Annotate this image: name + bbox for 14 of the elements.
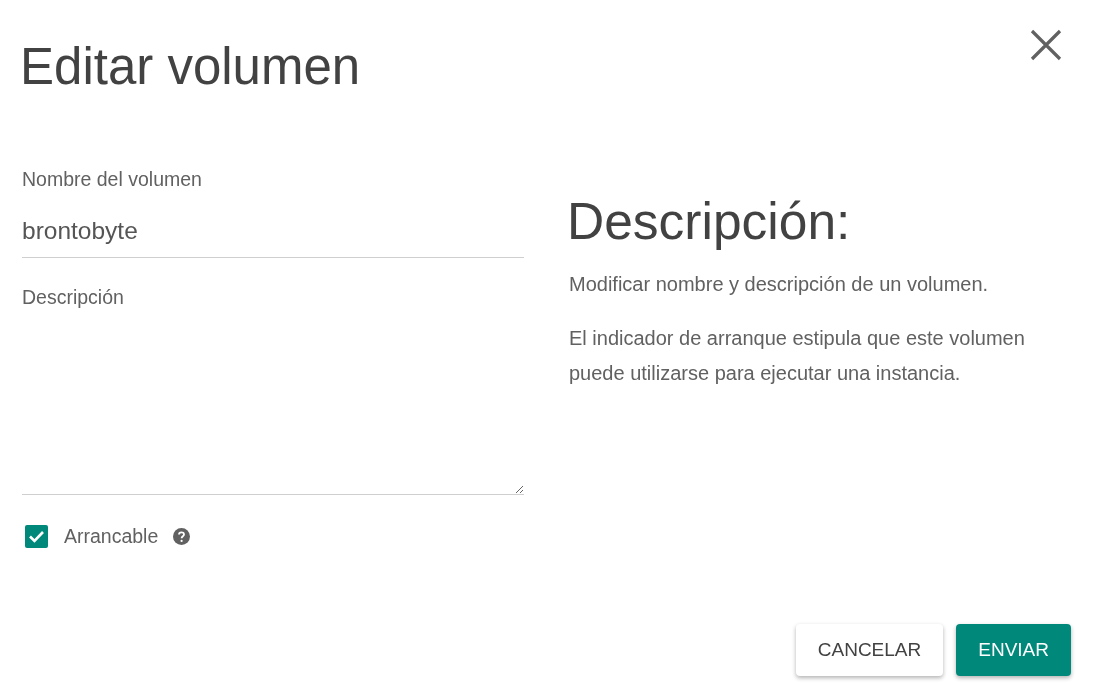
cancel-button[interactable]: CANCELAR: [795, 624, 944, 676]
close-button[interactable]: [1030, 29, 1062, 61]
checkbox-label: Arrancable: [64, 523, 159, 549]
help-text: El indicador de arranque estipula que este volumen puede utilizarse para ejecutar una instancia.: [569, 326, 1026, 387]
field-label: Descripción: [22, 285, 125, 309]
checkbox[interactable]: [25, 524, 48, 548]
help-icon[interactable]: [173, 527, 191, 545]
help-text: Modificar nombre y descripción de un volumen.: [569, 272, 990, 298]
dialog-title: Editar volumen: [20, 37, 361, 97]
help-heading: Descripción:: [567, 191, 852, 253]
submit-button[interactable]: ENVIAR: [956, 624, 1071, 676]
name-field[interactable]: brontobyte: [22, 191, 524, 258]
field-label: Nombre del volumen: [22, 168, 203, 192]
close-icon: [1030, 29, 1062, 61]
